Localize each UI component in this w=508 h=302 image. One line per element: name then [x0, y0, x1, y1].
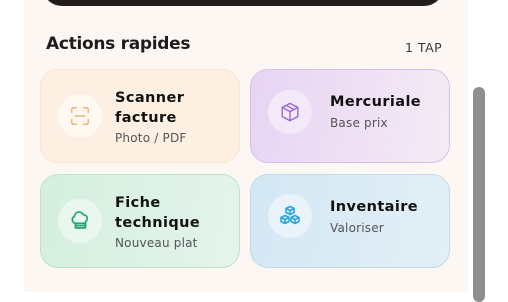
scanner-facture-card[interactable]: Scanner facture Photo / PDF: [40, 69, 240, 163]
hero-card-bottom-edge: [42, 0, 444, 6]
card-subtitle: Base prix: [330, 116, 388, 130]
chef-hat-icon: [58, 199, 102, 243]
mercuriale-card[interactable]: Mercuriale Base prix: [250, 69, 450, 163]
card-title: Fiche technique: [115, 195, 201, 231]
card-subtitle: Valoriser: [330, 221, 384, 235]
inventaire-card[interactable]: Inventaire Valoriser: [250, 174, 450, 268]
cube-icon: [268, 90, 312, 134]
card-subtitle: Photo / PDF: [115, 131, 187, 145]
scan-icon: [58, 94, 102, 138]
section-title: Actions rapides: [46, 34, 191, 54]
fiche-technique-card[interactable]: Fiche technique Nouveau plat: [40, 174, 240, 268]
vertical-scrollbar[interactable]: [473, 87, 485, 302]
section-meta-badge: 1 TAP: [405, 40, 443, 55]
card-title: Mercuriale: [330, 94, 422, 110]
card-title: Inventaire: [330, 199, 418, 215]
boxes-icon: [268, 194, 312, 238]
card-title: Scanner facture: [115, 90, 185, 126]
card-subtitle: Nouveau plat: [115, 236, 198, 250]
